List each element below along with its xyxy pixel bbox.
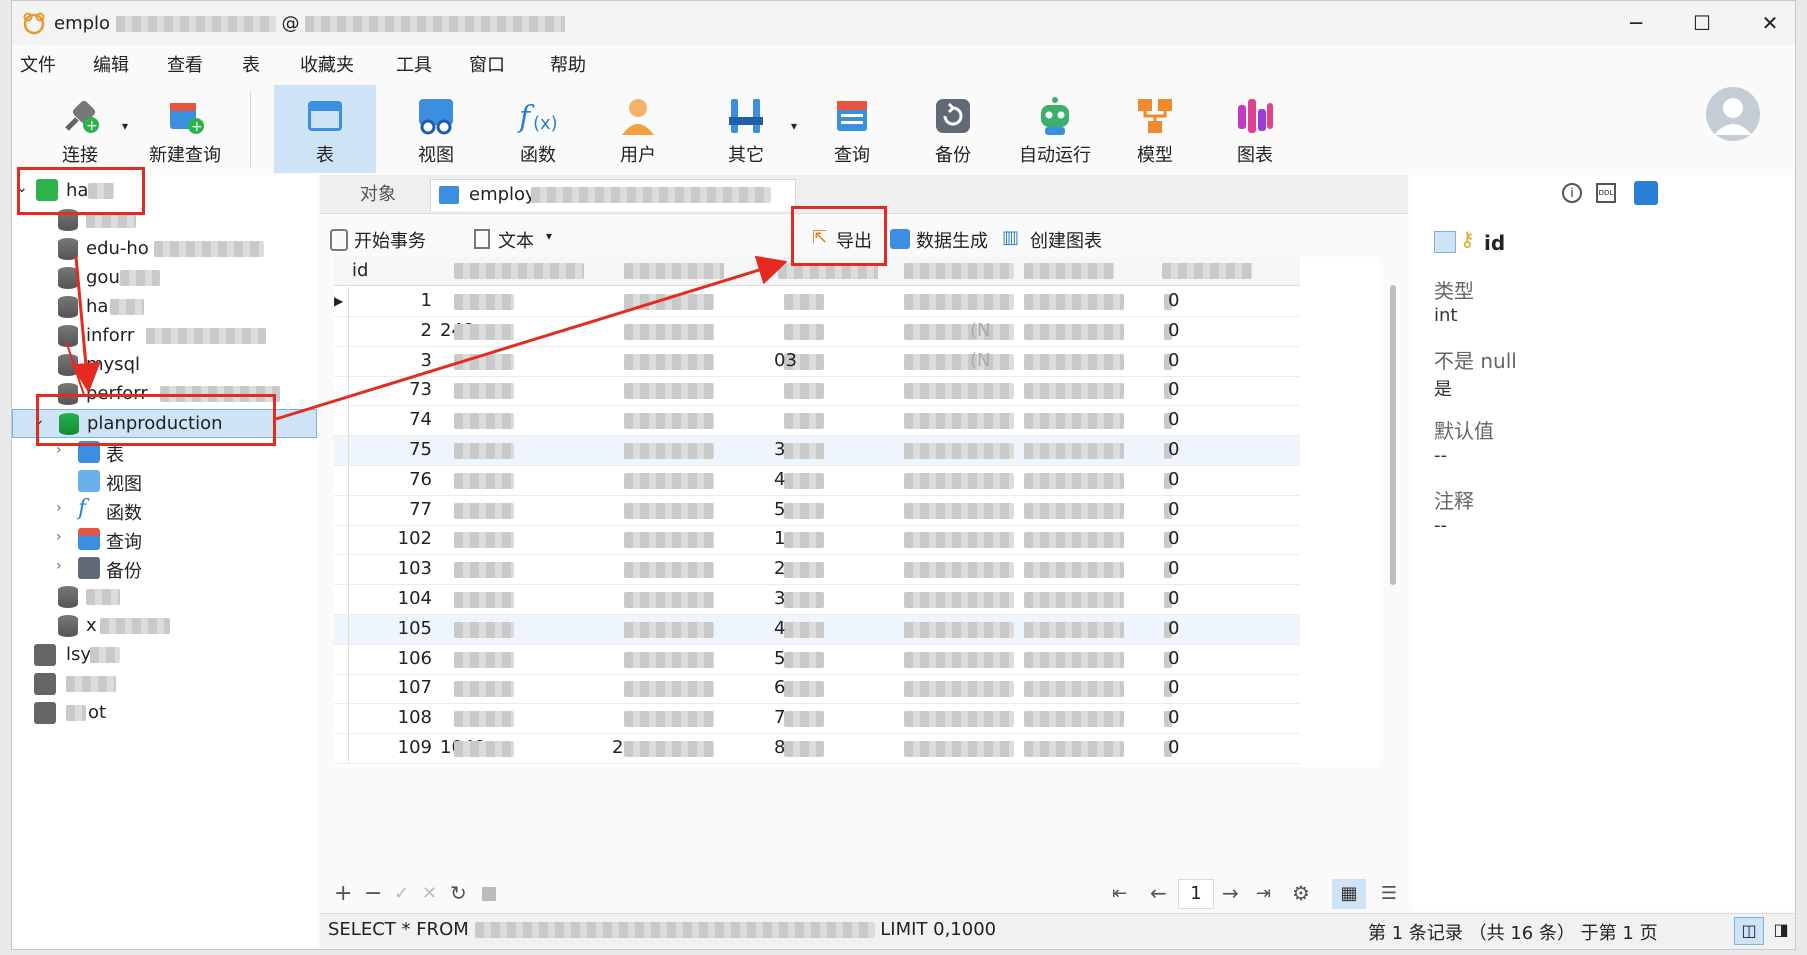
arrow-to-database: [70, 256, 101, 393]
arrow-connector: [65, 340, 85, 396]
arrow-to-export: [275, 255, 788, 421]
app-window: emplo @ ─ ☐ ✕ 文件 编辑 查看 表 收藏夹 工具 窗口 帮助 + …: [11, 0, 1796, 950]
annotation-arrows: [65, 255, 788, 421]
